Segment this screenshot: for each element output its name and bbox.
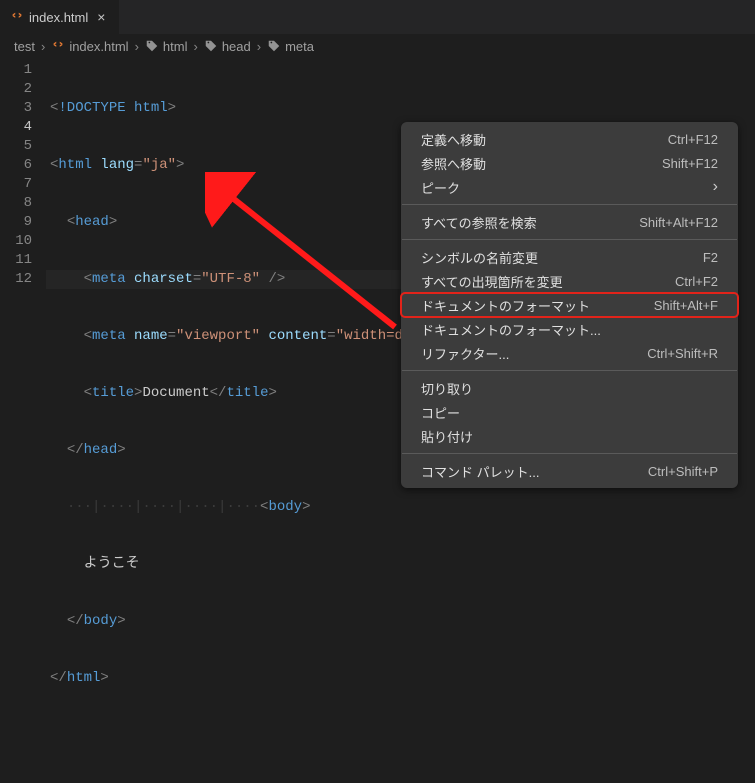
menu-copy[interactable]: コピー (401, 400, 738, 424)
chevron-right-icon: › (135, 39, 139, 54)
menu-find-all-references[interactable]: すべての参照を検索Shift+Alt+F12 (401, 210, 738, 234)
line-number-gutter: 1 2 3 4 5 6 7 8 9 10 11 12 (0, 57, 50, 783)
tag-icon (204, 39, 218, 53)
menu-separator (402, 453, 737, 454)
menu-cut[interactable]: 切り取り (401, 376, 738, 400)
html-file-icon (51, 39, 65, 53)
tab-label: index.html (29, 10, 88, 25)
breadcrumb-item[interactable]: index.html (51, 39, 128, 54)
menu-goto-definition[interactable]: 定義へ移動Ctrl+F12 (401, 127, 738, 151)
menu-command-palette[interactable]: コマンド パレット...Ctrl+Shift+P (401, 459, 738, 483)
context-menu: 定義へ移動Ctrl+F12 参照へ移動Shift+F12 ピーク すべての参照を… (401, 122, 738, 488)
menu-separator (402, 370, 737, 371)
breadcrumb: test › index.html › html › head › meta (0, 35, 755, 57)
tab-bar: index.html × (0, 0, 755, 35)
menu-refactor[interactable]: リファクター...Ctrl+Shift+R (401, 341, 738, 365)
menu-separator (402, 204, 737, 205)
breadcrumb-item[interactable]: html (145, 39, 188, 54)
menu-change-all-occurrences[interactable]: すべての出現箇所を変更Ctrl+F2 (401, 269, 738, 293)
chevron-right-icon: › (41, 39, 45, 54)
menu-goto-references[interactable]: 参照へ移動Shift+F12 (401, 151, 738, 175)
breadcrumb-item[interactable]: test (14, 39, 35, 54)
menu-separator (402, 239, 737, 240)
chevron-right-icon: › (257, 39, 261, 54)
chevron-right-icon: › (193, 39, 197, 54)
editor-tab[interactable]: index.html × (0, 0, 120, 34)
tag-icon (267, 39, 281, 53)
code-area[interactable]: <!DOCTYPE html> <html lang="ja"> <head> … (50, 57, 411, 783)
menu-rename-symbol[interactable]: シンボルの名前変更F2 (401, 245, 738, 269)
menu-peek[interactable]: ピーク (401, 175, 738, 199)
menu-paste[interactable]: 貼り付け (401, 424, 738, 448)
breadcrumb-item[interactable]: meta (267, 39, 314, 54)
breadcrumb-item[interactable]: head (204, 39, 251, 54)
tag-icon (145, 39, 159, 53)
close-icon[interactable]: × (93, 7, 109, 27)
html-file-icon (10, 10, 24, 24)
menu-format-document-with[interactable]: ドキュメントのフォーマット... (401, 317, 738, 341)
menu-format-document[interactable]: ドキュメントのフォーマットShift+Alt+F (401, 293, 738, 317)
